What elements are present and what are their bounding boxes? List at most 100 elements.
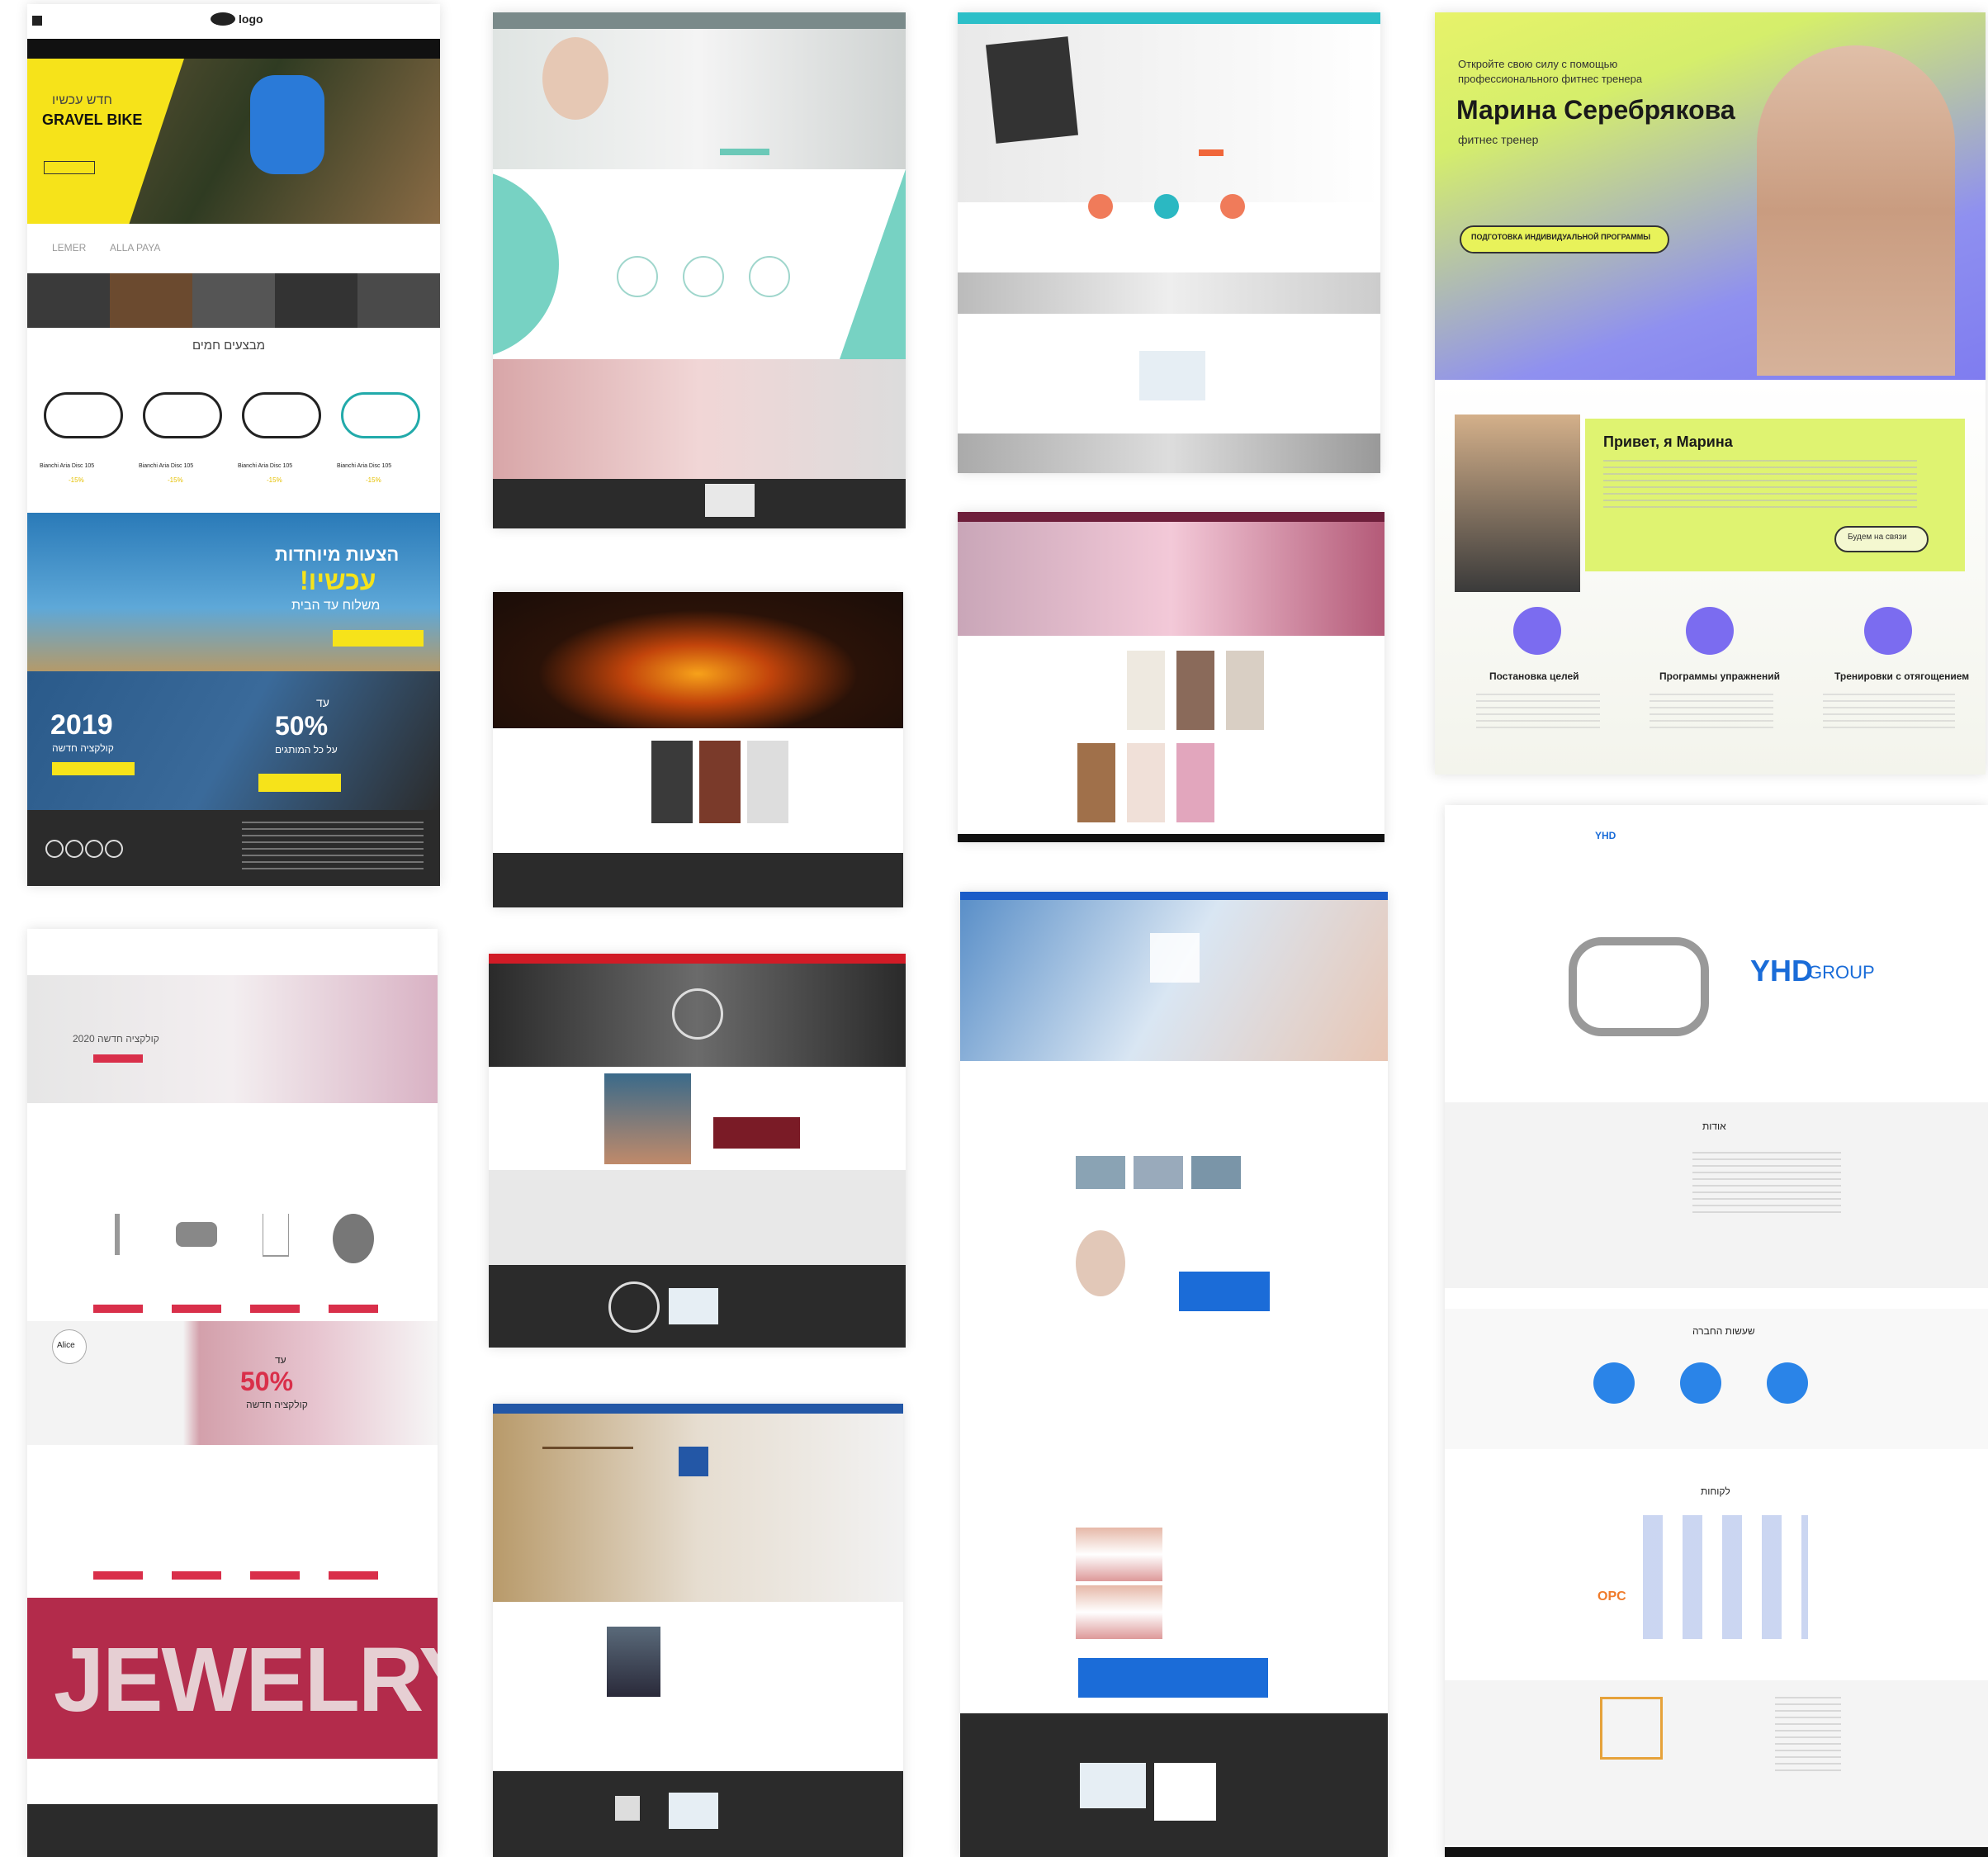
greeting: Привет, я Марина xyxy=(1603,433,1733,450)
target-icon xyxy=(1513,607,1561,655)
product-card[interactable] xyxy=(85,1197,151,1321)
service-icon[interactable] xyxy=(617,256,658,297)
service-icon[interactable] xyxy=(749,256,790,297)
menu-icon[interactable] xyxy=(32,16,42,26)
clinic-photo xyxy=(1191,1156,1241,1189)
gym-hero xyxy=(489,964,906,1067)
product-card[interactable]: Bianchi Aria Disc 105 -15% xyxy=(333,367,424,491)
dental-header xyxy=(960,892,1388,900)
law-logo xyxy=(679,1447,708,1476)
add-to-cart-button[interactable] xyxy=(329,1571,378,1580)
dental-cta-bar[interactable] xyxy=(1078,1658,1268,1698)
fireplace-screenshot xyxy=(493,592,903,907)
product-card[interactable]: Bianchi Aria Disc 105 -15% xyxy=(234,367,324,491)
hero-title: GRAVEL BIKE xyxy=(42,111,143,128)
category-tile[interactable] xyxy=(192,273,275,328)
add-to-cart-button[interactable] xyxy=(250,1305,300,1313)
jewelry-word-banner: JEWELRY xyxy=(27,1598,438,1759)
about-section: Привет, я Марина Будем на связи Постанов… xyxy=(1435,380,1986,775)
program-button-label: ПОДГОТОВКА ИНДИВИДУАЛЬНОЙ ПРОГРАММЫ xyxy=(1471,233,1651,241)
instagram-icon[interactable] xyxy=(105,840,123,858)
yhd-footer xyxy=(1445,1847,1988,1857)
gym-footer xyxy=(489,1265,906,1348)
contact-form[interactable] xyxy=(1154,1763,1216,1821)
sale-button[interactable] xyxy=(258,774,341,792)
product-discount: -15% xyxy=(267,476,282,484)
jewelry-footer xyxy=(27,1804,438,1857)
footer-links xyxy=(242,822,424,871)
product-card[interactable]: Bianchi Aria Disc 105 -15% xyxy=(36,367,126,491)
lawyer-photo xyxy=(607,1627,660,1697)
whatsapp-icon[interactable] xyxy=(65,840,83,858)
category-tile[interactable] xyxy=(275,273,357,328)
dentist-photo xyxy=(1076,1230,1125,1296)
add-to-cart-button[interactable] xyxy=(93,1571,143,1580)
about-title: אודות xyxy=(1702,1120,1726,1132)
keyboard-band xyxy=(958,272,1380,314)
add-to-cart-button[interactable] xyxy=(329,1305,378,1313)
bike-hero: חדש עכשיו GRAVEL BIKE xyxy=(27,59,440,224)
dental-hero xyxy=(960,900,1388,1061)
brands-row: LEMER ALLA PAYA xyxy=(27,232,440,265)
dental-footer xyxy=(960,1713,1388,1857)
facebook-icon[interactable] xyxy=(45,840,64,858)
law-hero xyxy=(493,1414,903,1602)
hero-cta[interactable] xyxy=(1199,149,1224,156)
contact-button-label: Будем на связи xyxy=(1848,533,1907,542)
flower-photo xyxy=(1127,651,1165,730)
feature-title: Программы упражнений xyxy=(1659,670,1780,682)
category-tile[interactable] xyxy=(27,273,110,328)
product-card[interactable] xyxy=(163,1197,230,1321)
yhd-small-logo[interactable]: YHD xyxy=(1595,830,1616,841)
brand[interactable]: ALLA PAYA xyxy=(110,242,160,253)
twitter-icon[interactable] xyxy=(85,840,103,858)
category-tile[interactable] xyxy=(110,273,192,328)
brand[interactable]: LEMER xyxy=(52,242,86,253)
service-icon[interactable] xyxy=(1220,194,1245,219)
jewelry-screenshot: קולקציה חדשה 2020 Alice עד 50% קולקציה ח… xyxy=(27,929,438,1857)
add-to-cart-button[interactable] xyxy=(93,1305,143,1313)
signup-box[interactable] xyxy=(713,1117,800,1149)
service-icon[interactable] xyxy=(683,256,724,297)
hero-button[interactable] xyxy=(93,1054,143,1063)
promo-sub: משלוח עד הבית xyxy=(291,599,381,613)
hero-cta[interactable] xyxy=(720,149,769,155)
bike-image xyxy=(44,392,123,438)
facial-image xyxy=(493,359,906,479)
feature-text xyxy=(1823,694,1955,730)
logo-mark xyxy=(211,12,235,26)
bike-shop-screenshot: logo חדש עכשיו GRAVEL BIKE LEMER ALLA PA… xyxy=(27,4,440,886)
category-tile[interactable] xyxy=(357,273,440,328)
product-card[interactable] xyxy=(320,1197,386,1321)
flowers-screenshot xyxy=(958,512,1384,842)
service-icon[interactable] xyxy=(1154,194,1179,219)
add-to-cart-button[interactable] xyxy=(250,1571,300,1580)
calculator-image xyxy=(986,36,1078,144)
add-to-cart-button[interactable] xyxy=(172,1305,221,1313)
bike-logo[interactable]: logo xyxy=(239,12,263,26)
teal-shape-left xyxy=(493,169,559,359)
jewelry-product-grid-2 xyxy=(85,1466,390,1589)
product-card[interactable] xyxy=(242,1197,308,1321)
shop-button[interactable] xyxy=(52,762,135,775)
product-discount: -15% xyxy=(366,476,381,484)
feature-text xyxy=(1476,694,1600,730)
promo-button[interactable] xyxy=(333,630,424,647)
product-grid: Bianchi Aria Disc 105 -15% Bianchi Aria … xyxy=(36,367,432,491)
add-to-cart-button[interactable] xyxy=(172,1571,221,1580)
clients-section: לקוחות OPC xyxy=(1445,1466,1988,1672)
fireplace-footer xyxy=(493,853,903,907)
service-icon[interactable] xyxy=(1088,194,1113,219)
about-text xyxy=(1603,460,1917,509)
appointment-box[interactable] xyxy=(1179,1272,1270,1311)
flower-photo xyxy=(1127,743,1165,822)
gym-screenshot xyxy=(489,954,906,1348)
product-card[interactable]: Bianchi Aria Disc 105 -15% xyxy=(135,367,225,491)
jewelry-hero: קולקציה חדשה 2020 xyxy=(27,975,438,1103)
ring-image xyxy=(333,1214,374,1263)
product-name: Bianchi Aria Disc 105 xyxy=(139,463,194,469)
activity-icon xyxy=(1767,1362,1808,1404)
category-strip xyxy=(27,273,440,328)
hero-button[interactable] xyxy=(44,161,95,174)
bike-image xyxy=(341,392,420,438)
